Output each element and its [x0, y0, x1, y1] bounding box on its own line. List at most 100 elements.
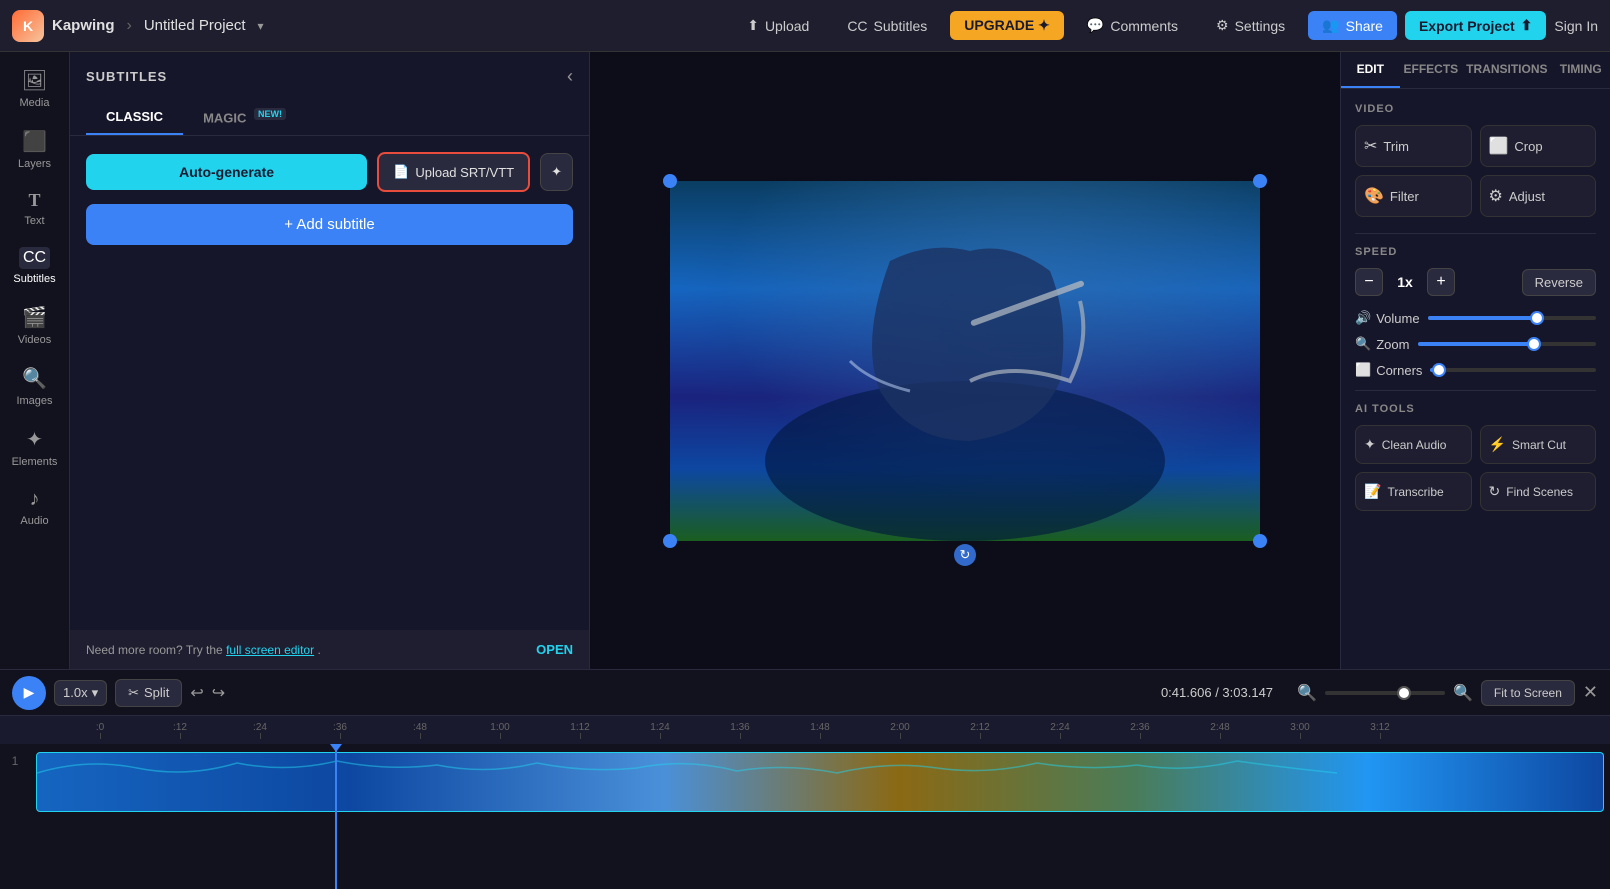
share-button[interactable]: 👥 Share — [1308, 11, 1397, 40]
volume-label: 🔊 Volume — [1355, 310, 1420, 326]
clean-audio-button[interactable]: ✦ Clean Audio — [1355, 425, 1472, 464]
panel-close-button[interactable]: ‹ — [567, 66, 573, 87]
sidebar-item-elements[interactable]: ✦ Elements — [4, 419, 66, 476]
smart-cut-button[interactable]: ⚡ Smart Cut — [1480, 425, 1597, 464]
upload-srt-button[interactable]: 📄 Upload SRT/VTT — [377, 152, 530, 192]
breadcrumb-separator: › — [127, 17, 132, 35]
playhead[interactable] — [335, 744, 337, 889]
fit-to-screen-button[interactable]: Fit to Screen — [1481, 680, 1575, 706]
divider-1 — [1355, 233, 1596, 234]
ruler-mark: 2:00 — [860, 722, 940, 739]
video-strip[interactable] — [36, 752, 1604, 812]
video-frame[interactable]: ↻ — [670, 181, 1260, 541]
tab-effects[interactable]: EFFECTS — [1400, 52, 1463, 88]
redo-button[interactable]: ↪ — [212, 683, 225, 703]
zoom-thumb-timeline[interactable] — [1397, 686, 1411, 700]
transcribe-button[interactable]: 📝 Transcribe — [1355, 472, 1472, 511]
tab-transitions[interactable]: TRANSITIONS — [1462, 52, 1551, 88]
tab-timing[interactable]: TIMING — [1552, 52, 1610, 88]
sidebar-item-media[interactable]: 🖼 Media — [4, 60, 66, 117]
signin-button[interactable]: Sign In — [1554, 18, 1598, 34]
filter-button[interactable]: 🎨 Filter — [1355, 175, 1472, 217]
settings-button[interactable]: ⚙ Settings — [1201, 10, 1300, 41]
tab-edit[interactable]: EDIT — [1341, 52, 1400, 88]
upload-button[interactable]: ⬆ Upload — [732, 10, 824, 41]
topbar: K Kapwing › Untitled Project ▾ ⬆ Upload … — [0, 0, 1610, 52]
comments-button[interactable]: 💬 Comments — [1072, 10, 1193, 41]
divider-2 — [1355, 390, 1596, 391]
videos-icon: 🎬 — [22, 305, 47, 330]
text-icon: T — [28, 190, 40, 211]
upgrade-button[interactable]: UPGRADE ✦ — [950, 11, 1064, 40]
ruler-mark: 1:00 — [460, 722, 540, 739]
speed-decrease-button[interactable]: − — [1355, 268, 1383, 296]
zoom-out-button[interactable]: 🔍 — [1297, 683, 1317, 703]
play-button[interactable]: ▶ — [12, 676, 46, 710]
ruler-mark: :48 — [380, 722, 460, 739]
reverse-button[interactable]: Reverse — [1522, 269, 1596, 296]
timeline-controls-right: 🔍 🔍 Fit to Screen ✕ — [1297, 680, 1598, 706]
split-button[interactable]: ✂ Split — [115, 679, 182, 707]
subtitle-actions-row: Auto-generate 📄 Upload SRT/VTT ✦ — [86, 152, 573, 192]
zoom-icon: 🔍 — [1355, 336, 1371, 352]
filter-icon: 🎨 — [1364, 186, 1384, 206]
subtitles-button[interactable]: CC Subtitles — [832, 11, 942, 41]
volume-slider[interactable] — [1428, 316, 1596, 320]
add-subtitle-button[interactable]: + Add subtitle — [86, 204, 573, 245]
corners-icon: ⬜ — [1355, 362, 1371, 378]
fullscreen-editor-link[interactable]: full screen editor — [226, 643, 314, 657]
zoom-slider[interactable] — [1418, 342, 1596, 346]
zoom-in-button[interactable]: 🔍 — [1453, 683, 1473, 703]
find-scenes-button[interactable]: ↻ Find Scenes — [1480, 472, 1597, 511]
new-badge: NEW! — [254, 108, 286, 120]
ruler-mark: :24 — [220, 722, 300, 739]
zoom-row: 🔍 Zoom — [1355, 336, 1596, 352]
track-content — [30, 744, 1610, 889]
corners-thumb[interactable] — [1432, 363, 1446, 377]
corners-row: ⬜ Corners — [1355, 362, 1596, 378]
comments-icon: 💬 — [1087, 17, 1104, 34]
handle-bottom-right[interactable] — [1253, 534, 1267, 548]
zoom-slider-timeline[interactable] — [1325, 691, 1445, 695]
ruler-mark: 3:00 — [1260, 722, 1340, 739]
export-button[interactable]: Export Project ⬆ — [1405, 11, 1546, 40]
sidebar-item-subtitles[interactable]: CC Subtitles — [4, 239, 66, 293]
chevron-down-icon[interactable]: ▾ — [258, 19, 264, 33]
brand-name[interactable]: Kapwing — [52, 17, 115, 34]
sidebar-item-videos[interactable]: 🎬 Videos — [4, 297, 66, 354]
volume-thumb[interactable] — [1530, 311, 1544, 325]
zoom-fill — [1418, 342, 1534, 346]
speed-section-label: SPEED — [1355, 246, 1596, 258]
open-fullscreen-button[interactable]: OPEN — [536, 642, 573, 657]
adjust-button[interactable]: ⚙ Adjust — [1480, 175, 1597, 217]
panel-tabs: CLASSIC MAGIC NEW! — [70, 101, 589, 136]
handle-bottom-left[interactable] — [663, 534, 677, 548]
close-timeline-button[interactable]: ✕ — [1583, 682, 1598, 703]
corners-slider[interactable] — [1430, 368, 1596, 372]
speed-value: 1x — [1393, 274, 1417, 290]
handle-top-right[interactable] — [1253, 174, 1267, 188]
upload-extra-button[interactable]: ✦ — [540, 153, 573, 191]
sidebar-item-layers[interactable]: ⬛ Layers — [4, 121, 66, 178]
zoom-thumb[interactable] — [1527, 337, 1541, 351]
sparkle-icon: ✦ — [551, 164, 562, 179]
ai-tools-label: AI TOOLS — [1355, 403, 1596, 415]
tab-magic[interactable]: MAGIC NEW! — [183, 101, 306, 135]
rotate-handle[interactable]: ↻ — [954, 544, 976, 566]
crop-button[interactable]: ⬜ Crop — [1480, 125, 1597, 167]
trim-button[interactable]: ✂ Trim — [1355, 125, 1472, 167]
media-icon: 🖼 — [22, 68, 47, 93]
transcribe-icon: 📝 — [1364, 483, 1381, 500]
clean-audio-icon: ✦ — [1364, 436, 1376, 453]
sidebar-item-text[interactable]: T Text — [4, 182, 66, 235]
auto-generate-button[interactable]: Auto-generate — [86, 154, 367, 190]
playback-speed-selector[interactable]: 1.0x ▾ — [54, 680, 107, 706]
tab-classic[interactable]: CLASSIC — [86, 101, 183, 135]
handle-top-left[interactable] — [663, 174, 677, 188]
sidebar-item-audio[interactable]: ♪ Audio — [4, 480, 66, 535]
speed-increase-button[interactable]: + — [1427, 268, 1455, 296]
sidebar-item-images[interactable]: 🔍 Images — [4, 358, 66, 415]
project-name[interactable]: Untitled Project — [144, 17, 246, 34]
right-panel-tabs: EDIT EFFECTS TRANSITIONS TIMING — [1341, 52, 1610, 89]
undo-button[interactable]: ↩ — [190, 683, 203, 703]
